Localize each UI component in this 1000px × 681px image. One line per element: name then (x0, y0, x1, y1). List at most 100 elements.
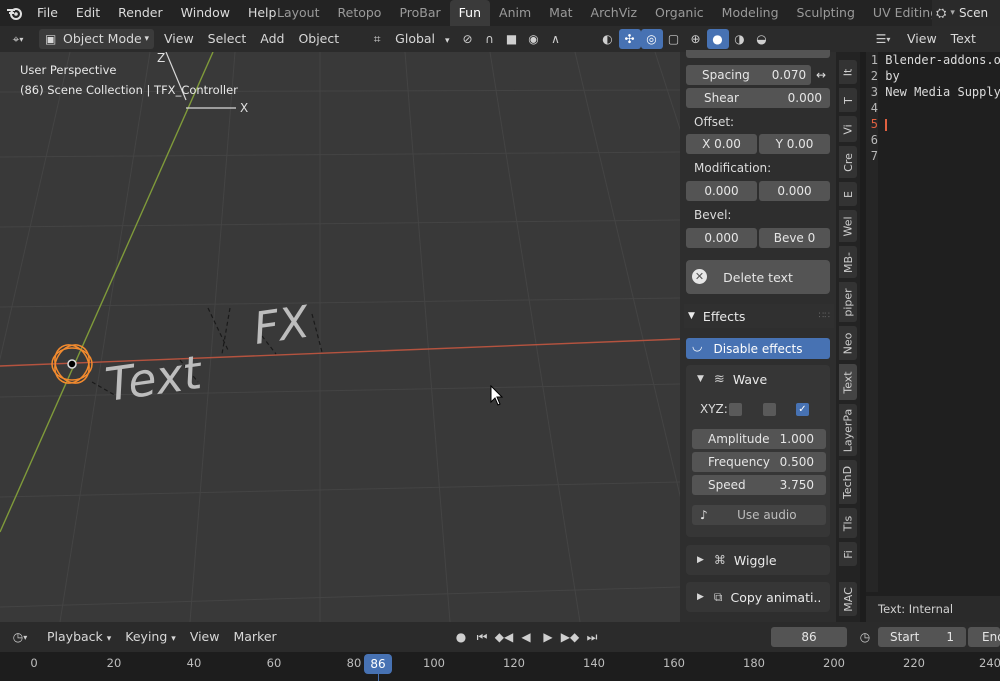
workspace-tab-fun[interactable]: Fun (449, 0, 491, 26)
jump-end-icon[interactable]: ⏭ (582, 627, 602, 647)
record-icon[interactable]: ● (452, 627, 470, 647)
offset-x-field[interactable]: X 0.00 (686, 134, 757, 154)
menu-render[interactable]: Render (109, 0, 172, 26)
wave-header[interactable]: ▼ ≋ Wave (686, 365, 830, 393)
timeline-menu-playback[interactable]: Playback ▾ (40, 627, 118, 647)
jump-start-icon[interactable]: ⏮ (472, 627, 492, 647)
xyz-z-checkbox[interactable]: ✓ (796, 403, 809, 416)
frequency-field[interactable]: Frequency 0.500 (692, 452, 826, 472)
workspace-tab-sculpting[interactable]: Sculpting (788, 0, 864, 26)
current-frame-field[interactable]: 86 (771, 627, 847, 647)
menu-view[interactable]: View (157, 29, 201, 49)
menu-object[interactable]: Object (291, 29, 346, 49)
tab-t[interactable]: T (839, 88, 857, 112)
modification-b-field[interactable]: 0.000 (759, 181, 830, 201)
offset-y-field[interactable]: Y 0.00 (759, 134, 830, 154)
timeline-menu-view[interactable]: View (183, 627, 227, 647)
drag-handle-icon[interactable]: ∷∷ (819, 311, 830, 321)
tab-mac[interactable]: MAC (839, 582, 857, 616)
text-editor-menu-view[interactable]: View (900, 29, 944, 49)
wiggle-subpanel[interactable]: ▶ ⌘ Wiggle (686, 545, 830, 575)
tab-layerpa[interactable]: LayerPa (839, 404, 857, 456)
bevel-b-value: Beve 0 (773, 231, 816, 245)
workspace-tab-archviz[interactable]: ArchViz (582, 0, 647, 26)
prev-keyframe-icon[interactable]: ◆◀ (494, 627, 514, 647)
tab-fi[interactable]: Fi (839, 542, 857, 566)
3d-viewport[interactable]: Z X Text FX User Perspective (86) Scene … (0, 52, 680, 622)
use-audio-button[interactable]: ♪ Use audio (692, 505, 826, 525)
visibility-eye-icon[interactable]: ◐ (597, 29, 619, 49)
timeline-ruler[interactable]: 0 20 40 60 80 100 120 140 160 180 200 22… (0, 652, 1000, 681)
tab-piper[interactable]: piper (839, 282, 857, 322)
menu-edit[interactable]: Edit (67, 0, 109, 26)
solid-shading-icon[interactable]: ● (706, 29, 729, 49)
magnet-icon[interactable]: ∩ (479, 29, 501, 49)
spacing-link-icon[interactable]: ↔ (812, 65, 830, 85)
xyz-y-checkbox[interactable] (763, 403, 776, 416)
tab-techd[interactable]: TechD (839, 460, 857, 504)
gizmo-icon[interactable]: ✣ (618, 29, 641, 49)
material-shading-icon[interactable]: ◑ (729, 29, 751, 49)
font-field-clipped[interactable] (686, 50, 830, 58)
menu-select[interactable]: Select (201, 29, 254, 49)
timeline-menu-marker[interactable]: Marker (226, 627, 283, 647)
spacing-field[interactable]: Spacing 0.070 (686, 65, 811, 85)
overlay-icon[interactable]: ◎ (640, 29, 663, 49)
proportional-edit-icon[interactable]: ◉ (523, 29, 545, 49)
timeline-menu-keying[interactable]: Keying ▾ (118, 627, 183, 647)
shear-field[interactable]: Shear 0.000 (686, 88, 830, 108)
tab-vi[interactable]: Vi (839, 116, 857, 142)
tab-it[interactable]: It (839, 60, 857, 84)
next-keyframe-icon[interactable]: ▶◆ (560, 627, 580, 647)
menu-window[interactable]: Window (172, 0, 239, 26)
workspace-tab-anim[interactable]: Anim (490, 0, 540, 26)
workspace-tab-probar[interactable]: ProBar (390, 0, 449, 26)
workspace-tab-mat[interactable]: Mat (540, 0, 581, 26)
falloff-curve-icon[interactable]: ∧ (545, 29, 567, 49)
workspace-tab-modeling[interactable]: Modeling (713, 0, 788, 26)
scene-selector[interactable]: ⛭ ▾ Scen (932, 0, 1000, 26)
modification-a-field[interactable]: 0.000 (686, 181, 757, 201)
workspace-tab-organic[interactable]: Organic (646, 0, 713, 26)
xyz-x-checkbox[interactable] (729, 403, 742, 416)
play-reverse-icon[interactable]: ◀ (516, 627, 536, 647)
tab-neo[interactable]: Neo (839, 326, 857, 360)
text-editor-menu-text[interactable]: Text (944, 29, 983, 49)
speed-field[interactable]: Speed 3.750 (692, 475, 826, 495)
play-icon[interactable]: ▶ (538, 627, 558, 647)
menu-file[interactable]: File (28, 0, 67, 26)
effects-panel-header[interactable]: ▼ Effects ∷∷ (684, 304, 834, 328)
xray-icon[interactable]: ▢ (663, 29, 685, 49)
tab-wel[interactable]: Wel (839, 210, 857, 242)
end-frame-field[interactable]: End (968, 627, 1000, 647)
bevel-a-field[interactable]: 0.000 (686, 228, 757, 248)
tab-e[interactable]: E (839, 182, 857, 206)
snap-link-icon[interactable]: ⊘ (457, 29, 479, 49)
text-editor[interactable]: 1 Blender-addons.o 2 by 3 New Media Supp… (866, 52, 1000, 622)
snap-target-icon[interactable]: ■ (501, 29, 523, 49)
text-editor-type-icon[interactable]: ☰ ▾ (866, 29, 900, 49)
workspace-tab-retopo[interactable]: Retopo (329, 0, 391, 26)
rendered-shading-icon[interactable]: ◒ (751, 29, 773, 49)
tab-text[interactable]: Text (839, 364, 857, 400)
tab-mb[interactable]: MB- (839, 246, 857, 278)
copy-animation-subpanel[interactable]: ▶ ⧉ Copy animati.. (686, 582, 830, 612)
stopwatch-icon[interactable]: ◷ (855, 627, 875, 647)
blender-logo-icon[interactable] (0, 0, 28, 26)
wireframe-shading-icon[interactable]: ⊕ (685, 29, 707, 49)
mode-dropdown[interactable]: ▣ Object Mode ▾ (39, 29, 154, 49)
delete-text-button[interactable]: ✕ Delete text (686, 260, 830, 294)
disable-effects-button[interactable]: ◡ Disable effects (686, 338, 830, 359)
playhead-frame-indicator[interactable]: 86 (364, 654, 392, 674)
timeline-editor-icon[interactable]: ◷ ▾ (0, 627, 40, 647)
tab-tls[interactable]: Tls (839, 508, 857, 538)
amplitude-field[interactable]: Amplitude 1.000 (692, 429, 826, 449)
editor-type-icon[interactable]: ⌖ ▾ (0, 29, 36, 49)
tab-cre[interactable]: Cre (839, 146, 857, 178)
menu-add[interactable]: Add (253, 29, 291, 49)
orientation-dropdown[interactable]: Global ▾ (388, 29, 456, 49)
transform-pivot-icon[interactable]: ⌗ (366, 29, 388, 49)
workspace-tab-layout[interactable]: Layout (268, 0, 329, 26)
bevel-b-field[interactable]: Beve 0 (759, 228, 830, 248)
start-frame-field[interactable]: Start 1 (878, 627, 966, 647)
